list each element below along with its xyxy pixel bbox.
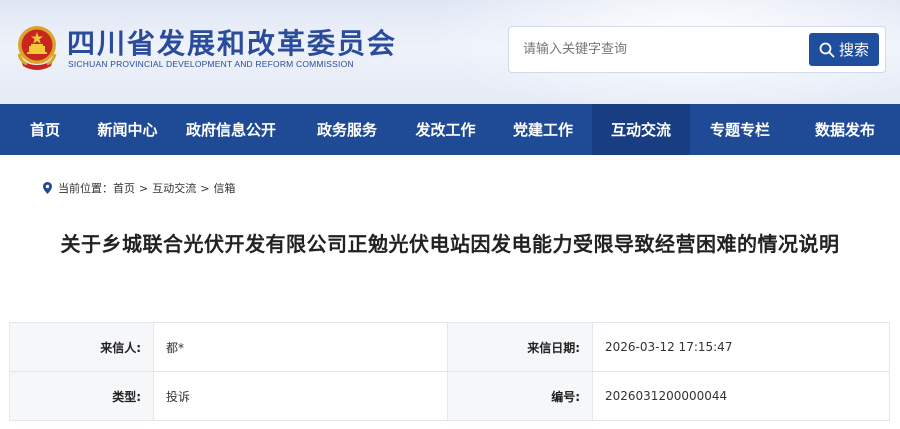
main-nav: 首页 新闻中心 政府信息公开 政务服务 发改工作 党建工作 互动交流 专题专栏 … [0,104,900,155]
location-pin-icon [43,182,52,194]
nav-item-news[interactable]: 新闻中心 [90,104,165,155]
type-value: 投诉 [153,371,448,421]
nav-item-home[interactable]: 首页 [0,104,90,155]
search-icon [819,42,835,57]
type-label: 类型: [9,371,154,421]
nav-item-services[interactable]: 政务服务 [297,104,397,155]
breadcrumb-mailbox[interactable]: 信箱 [213,180,235,196]
article-title: 关于乡城联合光伏开发有限公司正勉光伏电站因发电能力受限导致经营困难的情况说明 [60,232,840,256]
date-label: 来信日期: [447,322,593,372]
breadcrumb-separator: > [200,181,210,195]
breadcrumb: 当前位置： 首页 > 互动交流 > 信箱 [43,180,235,196]
national-emblem-icon [15,24,59,72]
search-input[interactable] [523,27,803,72]
sender-value: 都* [153,322,448,372]
site-title: 四川省发展和改革委员会 [67,27,398,60]
nav-item-reform-work[interactable]: 发改工作 [397,104,494,155]
nav-item-party-work[interactable]: 党建工作 [494,104,592,155]
search-button[interactable]: 搜索 [809,33,879,66]
nav-item-data[interactable]: 数据发布 [790,104,900,155]
nav-item-interaction[interactable]: 互动交流 [592,104,690,155]
date-value: 2026-03-12 17:15:47 [592,322,890,372]
sender-label: 来信人: [9,322,154,372]
number-label: 编号: [447,371,593,421]
letter-info-table: 来信人: 都* 来信日期: 2026-03-12 17:15:47 类型: 投诉… [9,322,890,421]
breadcrumb-home[interactable]: 首页 [113,180,135,196]
site-subtitle: SICHUAN PROVINCIAL DEVELOPMENT AND REFOR… [68,59,354,69]
nav-item-topics[interactable]: 专题专栏 [690,104,790,155]
table-row: 来信人: 都* 来信日期: 2026-03-12 17:15:47 [9,322,890,372]
search-box: 搜索 [509,27,885,72]
breadcrumb-interaction[interactable]: 互动交流 [152,180,196,196]
breadcrumb-separator: > [139,181,149,195]
number-value: 2026031200000044 [592,371,890,421]
search-button-label: 搜索 [838,41,869,59]
breadcrumb-prefix: 当前位置： [58,182,113,195]
table-row: 类型: 投诉 编号: 2026031200000044 [9,371,890,421]
nav-item-gov-info[interactable]: 政府信息公开 [165,104,297,155]
site-header: 四川省发展和改革委员会 SICHUAN PROVINCIAL DEVELOPME… [0,0,900,104]
